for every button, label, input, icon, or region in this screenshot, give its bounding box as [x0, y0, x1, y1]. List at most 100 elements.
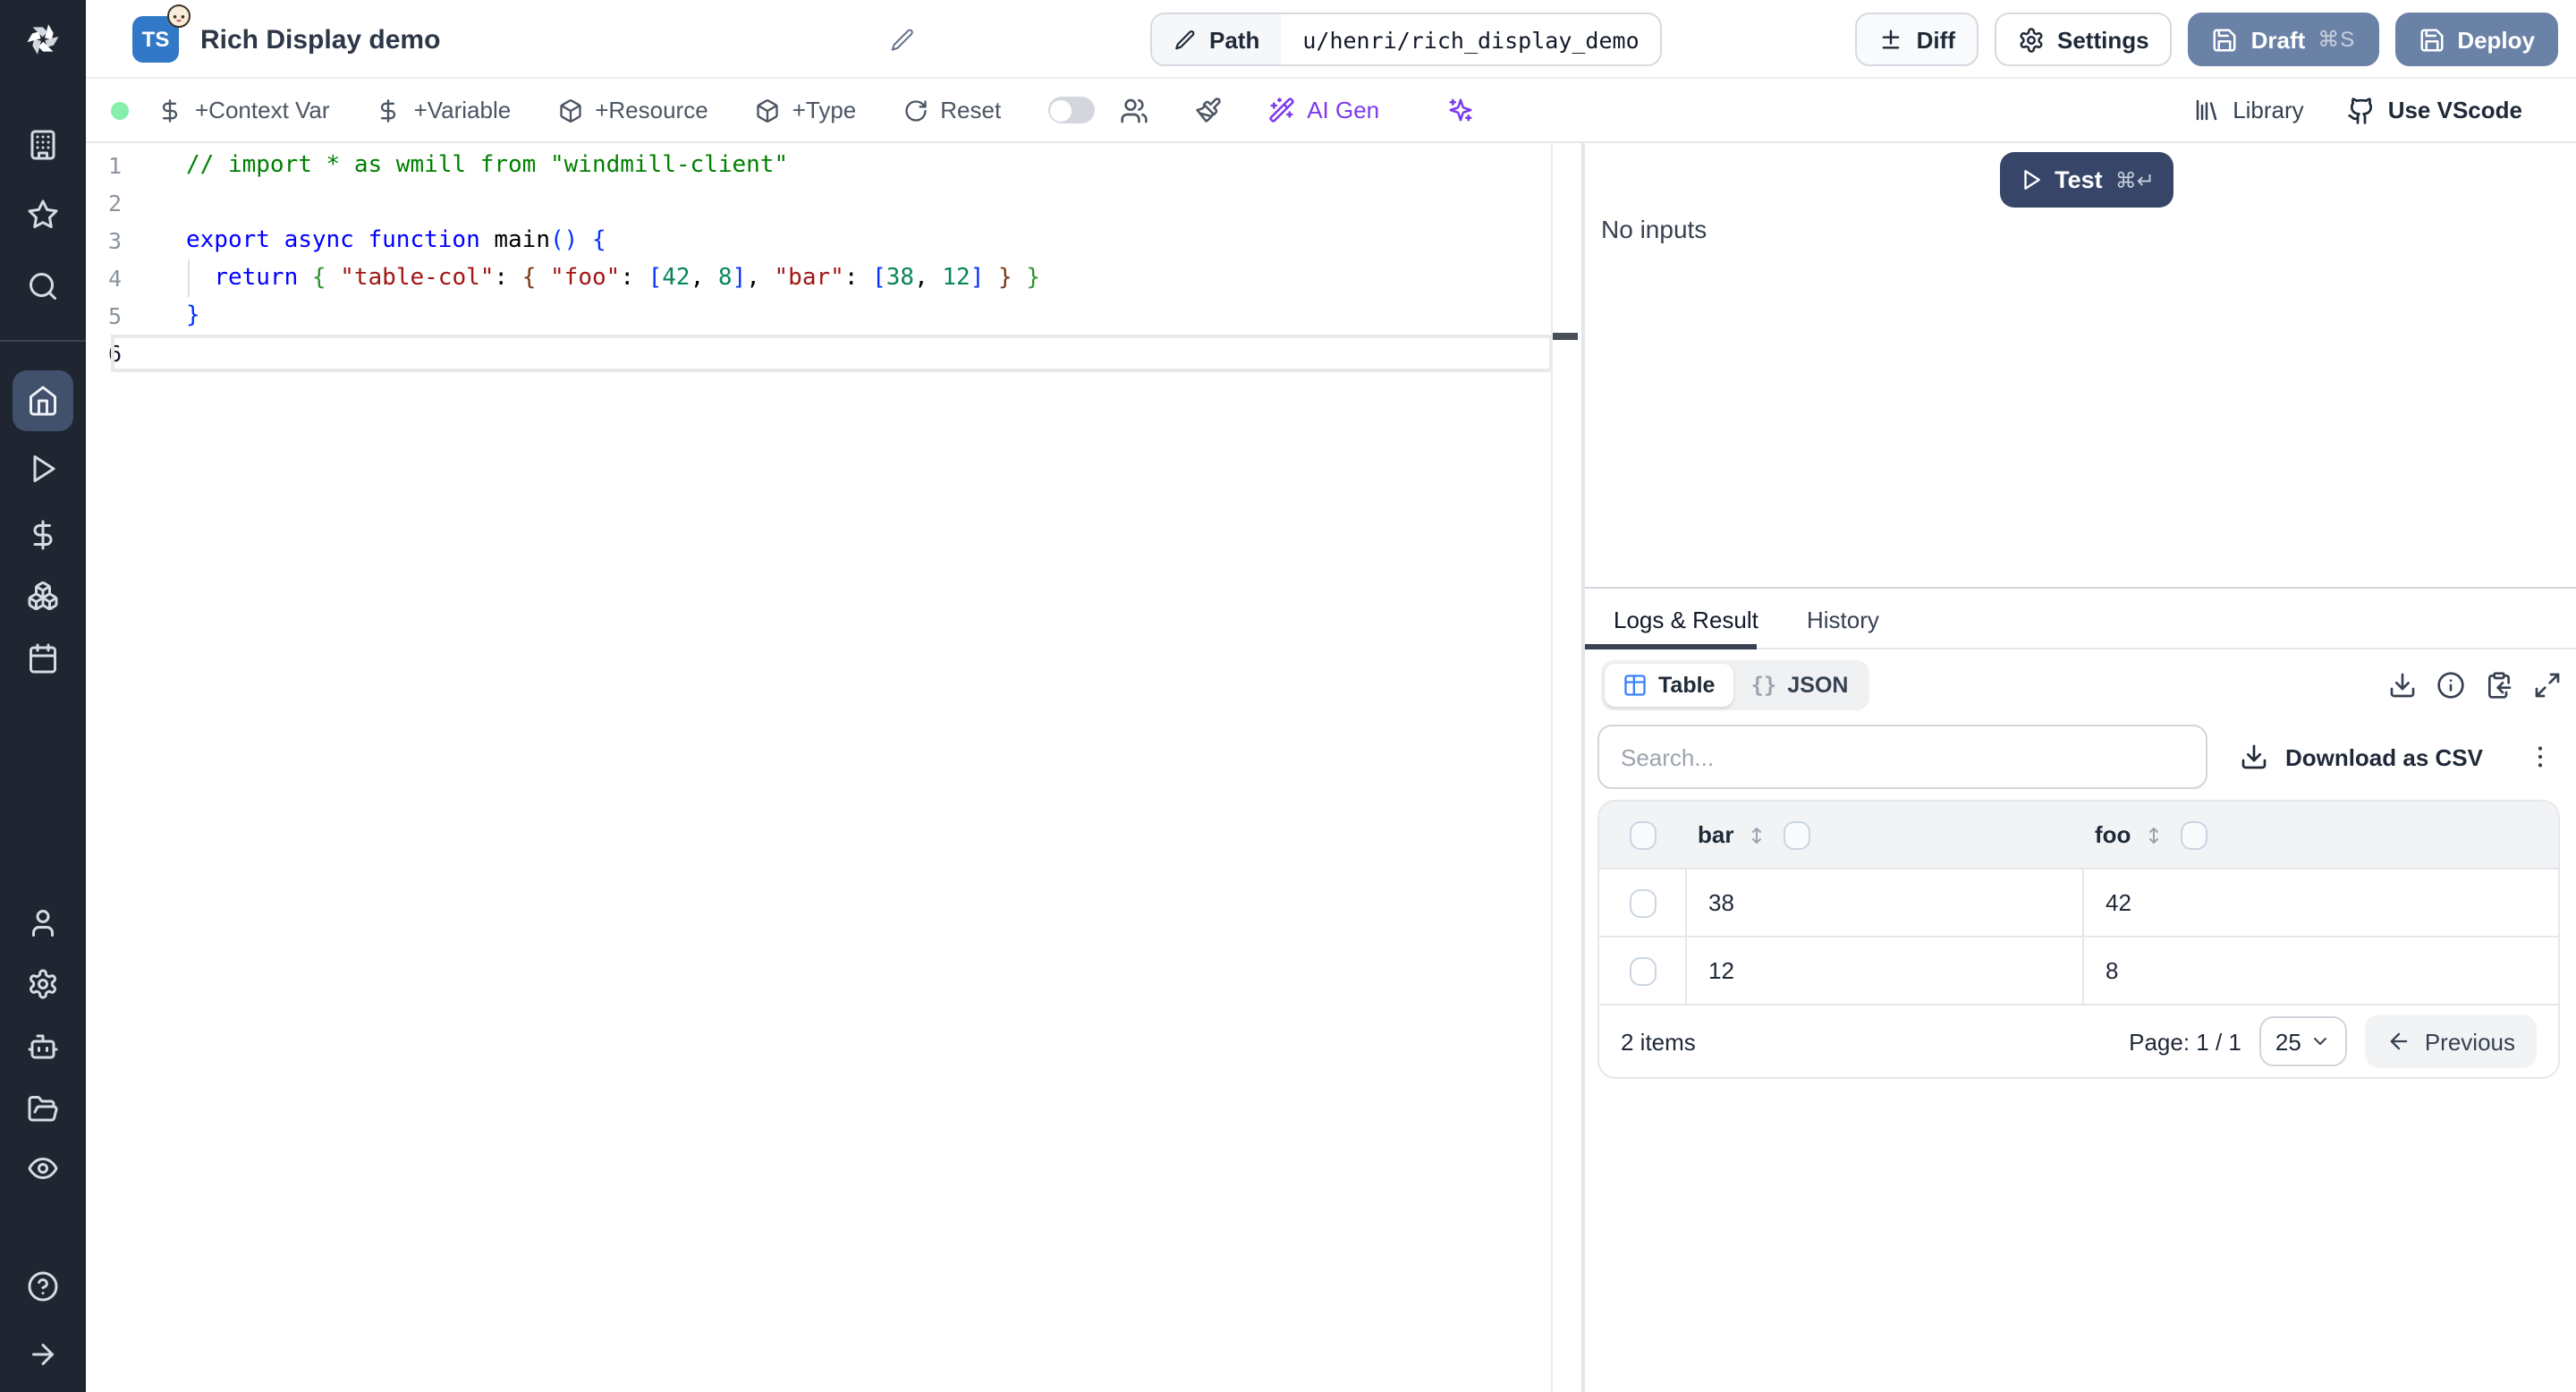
- info-icon[interactable]: [2436, 671, 2465, 700]
- sidebar-item-users[interactable]: [0, 907, 86, 939]
- sidebar-item-audit-logs[interactable]: [0, 1152, 86, 1184]
- column-checkbox[interactable]: [1784, 820, 1811, 849]
- diff-button[interactable]: Diff: [1855, 13, 1979, 66]
- row-checkbox[interactable]: [1629, 956, 1656, 985]
- table-cell: 8: [2082, 938, 2558, 1004]
- sort-icon[interactable]: [1746, 824, 1767, 845]
- select-all-checkbox[interactable]: [1629, 820, 1656, 849]
- row-checkbox[interactable]: [1629, 888, 1656, 917]
- view-mode-json[interactable]: {} JSON: [1733, 664, 1866, 707]
- view-mode-table[interactable]: Table: [1605, 664, 1733, 707]
- sidebar-item-search[interactable]: [0, 270, 86, 302]
- search-input[interactable]: [1597, 725, 2207, 789]
- tab-logs-result[interactable]: Logs & Result: [1614, 589, 1758, 649]
- assistant-toggle[interactable]: [1047, 97, 1095, 123]
- column-header-foo: foo: [2095, 821, 2131, 848]
- table-row: 38 42: [1599, 870, 2558, 938]
- code-line[interactable]: 3 export async function main() {: [86, 222, 1581, 259]
- result-table: bar foo 38 42 12 8 2 items Page: 1 / 1 25: [1597, 800, 2560, 1079]
- format-button[interactable]: [1194, 97, 1221, 123]
- sidebar-item-workspace[interactable]: [0, 129, 86, 161]
- indent-guide: [188, 259, 190, 297]
- code-line-content: }: [186, 302, 200, 329]
- column-checkbox[interactable]: [2181, 820, 2208, 849]
- draft-button[interactable]: Draft ⌘S: [2188, 13, 2379, 66]
- sidebar: [0, 0, 86, 1392]
- code-editor[interactable]: 1 // import * as wmill from "windmill-cli…: [86, 143, 1581, 1392]
- github-icon: [2347, 96, 2376, 124]
- deploy-button[interactable]: Deploy: [2394, 13, 2558, 66]
- column-header-bar: bar: [1698, 821, 1734, 848]
- editor-scrollbar-track[interactable]: [1551, 143, 1553, 1392]
- sidebar-item-runs[interactable]: [0, 453, 86, 485]
- copy-result-icon[interactable]: [2485, 671, 2513, 700]
- expand-result-icon[interactable]: [2533, 671, 2562, 700]
- editor-toolbar: +Context Var +Variable +Resource +Type R…: [86, 79, 2576, 143]
- sidebar-expand-button[interactable]: [0, 1338, 86, 1371]
- no-inputs-message: No inputs: [1601, 215, 1707, 243]
- sort-icon[interactable]: [2143, 824, 2165, 845]
- add-type-label: +Type: [792, 97, 857, 123]
- test-shortcut: ⌘↵: [2114, 167, 2155, 192]
- page-size-select[interactable]: 25: [2258, 1016, 2348, 1066]
- status-dot: [111, 101, 129, 119]
- line-number: 3: [107, 227, 122, 254]
- download-result-icon[interactable]: [2388, 671, 2417, 700]
- table-cell: 12: [1685, 938, 2082, 1004]
- sidebar-item-settings[interactable]: [0, 968, 86, 1000]
- code-line[interactable]: 5}: [86, 297, 1581, 335]
- save-icon: [2418, 26, 2445, 53]
- sidebar-item-folders[interactable]: [0, 1093, 86, 1125]
- sidebar-item-schedules[interactable]: [0, 642, 86, 675]
- path-control[interactable]: Path u/henri/rich_display_demo: [1150, 13, 1663, 66]
- page-indicator: Page: 1 / 1: [2129, 1028, 2241, 1055]
- use-vscode-button[interactable]: Use VScode: [2347, 96, 2522, 124]
- typescript-badge: TS: [132, 4, 191, 63]
- download-csv-label: Download as CSV: [2284, 743, 2483, 770]
- windmill-logo[interactable]: [0, 16, 86, 63]
- code-line-content: return { "table-col": { "foo": [42, 8], …: [214, 265, 1040, 292]
- sidebar-item-favorites[interactable]: [0, 199, 86, 231]
- result-tabbar: Logs & Result History: [1585, 587, 2576, 649]
- previous-page-button[interactable]: Previous: [2365, 1014, 2537, 1068]
- add-variable-button[interactable]: +Variable: [377, 97, 511, 123]
- code-line[interactable]: 4 return { "table-col": { "foo": [42, 8]…: [86, 259, 1581, 297]
- sidebar-item-help[interactable]: [0, 1270, 86, 1303]
- code-line-content: [111, 335, 1553, 372]
- code-line[interactable]: 2: [86, 184, 1581, 222]
- sparkles-icon: [1447, 97, 1474, 123]
- add-context-var-button[interactable]: +Context Var: [157, 97, 330, 123]
- sidebar-item-resources[interactable]: [0, 580, 86, 612]
- add-type-button[interactable]: +Type: [755, 97, 857, 123]
- header-actions: Diff Settings Draft ⌘S Deploy: [1855, 13, 2558, 66]
- sidebar-item-workers[interactable]: [0, 1031, 86, 1063]
- table-menu-button[interactable]: [2526, 743, 2555, 771]
- reset-button[interactable]: Reset: [902, 97, 1001, 123]
- download-csv-button[interactable]: Download as CSV: [2241, 743, 2483, 771]
- dollar-icon: [377, 98, 402, 123]
- paintbrush-icon: [1194, 97, 1221, 123]
- sidebar-item-home[interactable]: [0, 385, 86, 417]
- ai-sparkles-button[interactable]: [1447, 97, 1474, 123]
- path-button[interactable]: Path: [1152, 14, 1282, 64]
- sidebar-item-variables[interactable]: [0, 519, 86, 551]
- code-line-content: export async function main() {: [186, 227, 606, 254]
- view-mode-segmented-control: Table {} JSON: [1601, 660, 1870, 710]
- toggle-knob: [1050, 99, 1072, 121]
- sidebar-divider: [0, 340, 86, 342]
- line-number: 5: [107, 302, 122, 329]
- settings-button[interactable]: Settings: [1995, 13, 2173, 66]
- test-button[interactable]: Test ⌘↵: [2000, 152, 2174, 208]
- code-line[interactable]: 6: [86, 335, 1581, 372]
- ai-gen-label: AI Gen: [1307, 97, 1380, 123]
- code-line[interactable]: 1 // import * as wmill from "windmill-cli…: [86, 147, 1581, 184]
- multiplayer-button[interactable]: [1119, 96, 1148, 124]
- library-button[interactable]: Library: [2193, 97, 2304, 123]
- add-resource-button[interactable]: +Resource: [557, 97, 708, 123]
- tab-history[interactable]: History: [1807, 589, 1879, 649]
- path-label: Path: [1209, 26, 1260, 53]
- use-vscode-label: Use VScode: [2387, 97, 2522, 123]
- ai-gen-button[interactable]: AI Gen: [1267, 97, 1379, 123]
- edit-title-button[interactable]: [889, 25, 916, 57]
- line-number: 1: [107, 152, 122, 179]
